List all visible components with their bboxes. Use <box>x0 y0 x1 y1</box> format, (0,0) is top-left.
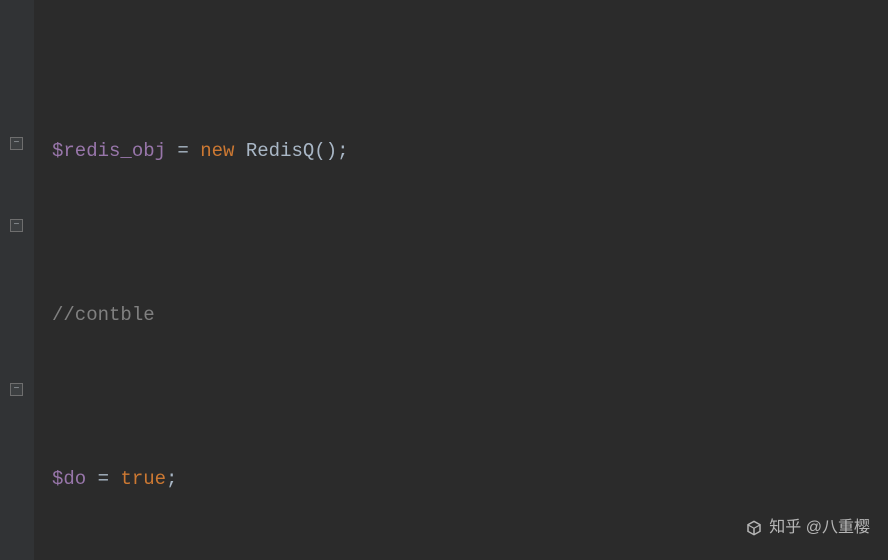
fold-toggle[interactable]: − <box>10 383 23 396</box>
code-line[interactable]: $redis_obj = new RedisQ(); <box>52 131 888 172</box>
fold-toggle[interactable]: − <box>10 137 23 150</box>
token-punct: (); <box>314 131 348 172</box>
token-comment: //contble <box>52 295 155 336</box>
token-operator: = <box>86 459 120 500</box>
token-variable: $do <box>52 459 86 500</box>
token-keyword: true <box>120 459 166 500</box>
watermark-text: 知乎 @八重樱 <box>769 507 870 548</box>
gutter: − − − <box>0 0 34 560</box>
code-editor[interactable]: − − − $redis_obj = new RedisQ(); //contb… <box>0 0 888 560</box>
token-space <box>234 131 245 172</box>
fold-toggle[interactable]: − <box>10 219 23 232</box>
code-line[interactable]: $do = true; <box>52 459 888 500</box>
watermark: 知乎 @八重樱 <box>745 507 870 548</box>
code-area[interactable]: $redis_obj = new RedisQ(); //contble $do… <box>34 0 888 560</box>
token-class: RedisQ <box>246 131 314 172</box>
token-punct: ; <box>166 459 177 500</box>
code-line[interactable]: //contble <box>52 295 888 336</box>
zhihu-icon <box>745 519 763 537</box>
token-operator: = <box>166 131 200 172</box>
token-keyword: new <box>200 131 234 172</box>
token-variable: $redis_obj <box>52 131 166 172</box>
